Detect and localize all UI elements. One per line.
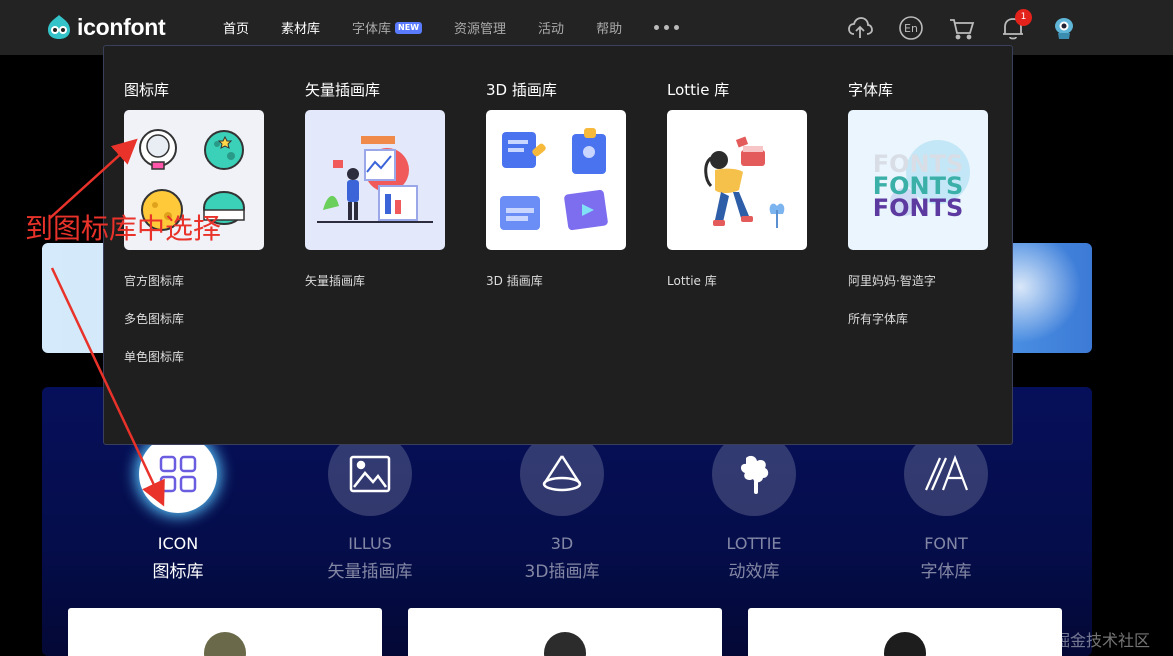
category-3d[interactable]: 3D 3D插画库 — [482, 432, 642, 582]
column-title: 字体库 — [848, 81, 894, 99]
language-icon[interactable]: En — [897, 14, 925, 42]
notification-badge: 1 — [1015, 9, 1032, 26]
font-preview-line: FONTS — [873, 194, 964, 222]
logo-text: iconfont — [77, 13, 166, 40]
resource-card[interactable] — [68, 608, 382, 656]
avatar — [204, 632, 246, 656]
notification-bell-icon[interactable]: 1 — [999, 9, 1032, 42]
nav-materials[interactable]: 素材库 — [281, 18, 320, 37]
avatar — [884, 632, 926, 656]
category-zh-label: 3D插画库 — [524, 562, 600, 582]
more-menu[interactable] — [654, 18, 680, 38]
logo-icon — [45, 13, 73, 41]
more-dots-icon — [654, 18, 680, 38]
link-monochrome-icons[interactable]: 单色图标库 — [124, 348, 184, 365]
nav-fonts[interactable]: 字体库 NEW — [352, 18, 423, 37]
link-vector-illus[interactable]: 矢量插画库 — [305, 272, 365, 289]
category-en-label: ILLUS — [348, 534, 392, 553]
watermark: @稀土掘金技术社区 — [1006, 631, 1151, 650]
nav-home[interactable]: 首页 — [223, 18, 249, 37]
language-label: En — [904, 22, 918, 35]
materials-dropdown: 图标库 官方图标库 多色图标库 单色图标库 矢量插画库 矢量插画库 3D 插画库… — [103, 45, 1013, 445]
link-3d-illus[interactable]: 3D 插画库 — [486, 272, 543, 289]
link-alimama-font[interactable]: 阿里妈妈·智造字 — [848, 272, 936, 289]
column-title: 图标库 — [124, 81, 170, 99]
logo[interactable]: iconfont — [45, 13, 166, 41]
cart-icon[interactable] — [948, 14, 976, 42]
category-lottie[interactable]: LOTTIE 动效库 — [674, 432, 834, 582]
column-title: 3D 插画库 — [486, 81, 557, 99]
category-zh-label: 动效库 — [728, 562, 780, 582]
link-lottie[interactable]: Lottie 库 — [667, 272, 717, 289]
upload-cloud-icon[interactable] — [846, 14, 874, 42]
3d-library-thumbnail[interactable] — [486, 110, 626, 250]
category-zh-label: 矢量插画库 — [327, 562, 413, 582]
link-multicolor-icons[interactable]: 多色图标库 — [124, 310, 184, 327]
category-icon[interactable]: ICON 图标库 — [98, 432, 258, 582]
category-en-label: FONT — [924, 534, 968, 553]
nav-resource-manage[interactable]: 资源管理 — [454, 18, 506, 37]
column-title: 矢量插画库 — [305, 81, 381, 99]
resource-card[interactable] — [408, 608, 722, 656]
grid-icon — [139, 435, 217, 513]
category-font[interactable]: FONT 字体库 — [866, 432, 1026, 582]
lottie-library-thumbnail[interactable] — [667, 110, 807, 250]
nav-activity[interactable]: 活动 — [538, 18, 564, 37]
annotation-text: 到图标库中选择 — [25, 212, 222, 245]
page: iconfont 首页 素材库 字体库 NEW 资源管理 活动 帮助 En 1 … — [0, 0, 1173, 656]
column-title: Lottie 库 — [667, 81, 730, 99]
category-en-label: LOTTIE — [726, 534, 782, 553]
avatar — [544, 632, 586, 656]
font-library-thumbnail[interactable]: FONTS FONTS FONTS — [848, 110, 988, 250]
link-all-fonts[interactable]: 所有字体库 — [848, 310, 908, 327]
category-zh-label: 图标库 — [152, 562, 204, 582]
category-en-label: 3D — [550, 534, 574, 553]
category-zh-label: 字体库 — [920, 562, 972, 582]
category-illus[interactable]: ILLUS 矢量插画库 — [290, 432, 450, 582]
nav-help[interactable]: 帮助 — [596, 18, 622, 37]
user-avatar[interactable] — [1050, 14, 1078, 42]
header-actions: En 1 — [846, 9, 1078, 42]
category-en-label: ICON — [157, 534, 199, 553]
nav-fonts-label: 字体库 — [352, 22, 392, 37]
illus-library-thumbnail[interactable] — [305, 110, 445, 250]
new-badge: NEW — [395, 21, 423, 34]
link-official-icons[interactable]: 官方图标库 — [124, 272, 184, 289]
